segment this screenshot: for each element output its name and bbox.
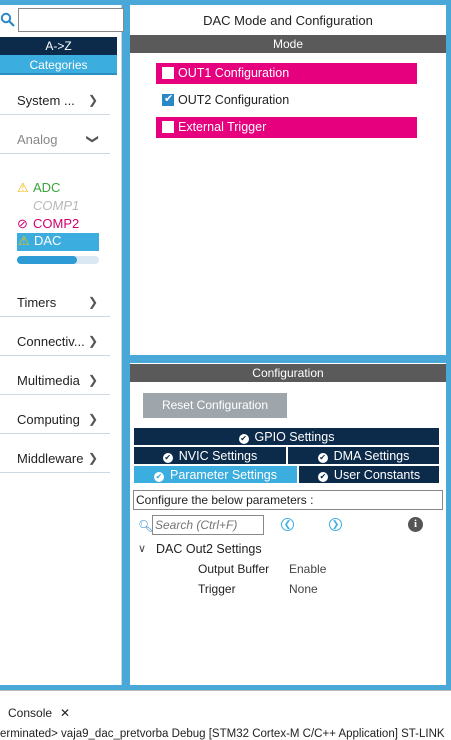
- search-previous-icon[interactable]: ❮: [281, 518, 294, 531]
- parameter-group-title[interactable]: DAC Out2 Settings: [156, 542, 262, 556]
- category-search: [0, 8, 124, 32]
- external-trigger-option[interactable]: External Trigger: [156, 117, 417, 138]
- analog-item-adc[interactable]: ⚠ ADC: [17, 180, 60, 198]
- info-icon[interactable]: i: [408, 517, 423, 532]
- mode-section-header: Mode: [130, 35, 446, 53]
- analog-item-comp1[interactable]: COMP1: [17, 198, 79, 216]
- item-label: COMP1: [33, 198, 80, 213]
- checkbox-checked[interactable]: ✔: [162, 93, 174, 106]
- check-circle-icon: ✔: [154, 472, 164, 482]
- parameter-row[interactable]: Trigger None: [198, 582, 318, 600]
- blocked-icon: ⊘: [17, 216, 28, 231]
- analog-item-dac[interactable]: ⚠ DAC: [17, 233, 99, 251]
- check-circle-icon: ✔: [238, 434, 249, 444]
- chevron-down-icon[interactable]: ∨: [138, 542, 146, 555]
- out1-configuration-option[interactable]: OUT1 Configuration: [156, 63, 417, 84]
- category-middleware[interactable]: Middleware ❯: [0, 445, 110, 473]
- option-label: OUT2 Configuration: [178, 93, 290, 107]
- chevron-right-icon: ❯: [88, 334, 99, 348]
- search-icon: [0, 12, 15, 27]
- category-label: Connectiv...: [17, 334, 85, 349]
- scrollbar-thumb[interactable]: [17, 256, 77, 264]
- chevron-right-icon: ❯: [88, 373, 99, 387]
- console-tab[interactable]: Console ✕: [0, 706, 70, 725]
- category-label: System ...: [17, 93, 75, 108]
- check-circle-icon: ✔: [162, 453, 173, 463]
- tab-user-constants[interactable]: ✔ User Constants: [298, 465, 440, 484]
- parameter-search-input[interactable]: [152, 515, 264, 535]
- chevron-right-icon: ❯: [88, 451, 99, 465]
- console-status-line: erminated> vaja9_dac_pretvorba Debug [ST…: [0, 728, 445, 740]
- configuration-panel: Configuration Reset Configuration ✔ GPIO …: [130, 363, 446, 685]
- chevron-right-icon: ❯: [88, 93, 99, 107]
- category-label: Multimedia: [17, 373, 80, 388]
- tab-dma-settings[interactable]: ✔ DMA Settings: [287, 446, 440, 465]
- chevron-right-icon: ❯: [88, 412, 99, 426]
- chevron-down-icon: ❯: [86, 133, 101, 145]
- analog-item-comp2[interactable]: ⊘ COMP2: [17, 216, 79, 234]
- categories-button[interactable]: Categories: [0, 55, 117, 75]
- parameter-value[interactable]: None: [289, 582, 318, 596]
- category-connectivity[interactable]: Connectiv... ❯: [0, 328, 110, 356]
- tab-label: User Constants: [333, 468, 421, 482]
- check-circle-icon: ✔: [317, 453, 328, 463]
- option-label: OUT1 Configuration: [178, 66, 290, 80]
- category-label: Computing: [17, 412, 80, 427]
- warning-icon: ⚠: [17, 180, 29, 195]
- analog-scrollbar[interactable]: [17, 256, 99, 264]
- warning-icon: ⚠: [18, 233, 30, 248]
- item-label: COMP2: [33, 216, 80, 231]
- parameter-name: Output Buffer: [198, 562, 270, 576]
- parameters-hint: Configure the below parameters :: [133, 490, 443, 510]
- panel-title: DAC Mode and Configuration: [203, 13, 373, 28]
- tab-parameter-settings[interactable]: ✔ Parameter Settings: [133, 465, 298, 484]
- categories-panel: A->Z Categories System ... ❯ Analog ❯ ⚠ A…: [0, 5, 124, 685]
- item-label: DAC: [34, 233, 62, 248]
- category-system[interactable]: System ... ❯: [0, 87, 110, 115]
- out2-configuration-option[interactable]: ✔ OUT2 Configuration: [156, 90, 417, 111]
- tab-label: DMA Settings: [333, 449, 410, 463]
- check-circle-icon: ✔: [317, 472, 328, 482]
- option-label: External Trigger: [178, 120, 267, 134]
- parameter-name: Trigger: [198, 582, 236, 596]
- search-icon: 🔍︎: [138, 519, 154, 533]
- mode-panel: DAC Mode and Configuration Mode OUT1 Con…: [130, 5, 446, 355]
- console-tab-label: Console: [8, 706, 53, 720]
- tab-nvic-settings[interactable]: ✔ NVIC Settings: [133, 446, 287, 465]
- check-icon: ✔: [164, 93, 174, 105]
- close-icon[interactable]: ✕: [60, 706, 70, 720]
- parameter-value[interactable]: Enable: [289, 562, 326, 576]
- category-computing[interactable]: Computing ❯: [0, 406, 110, 434]
- sort-az-button[interactable]: A->Z: [0, 37, 117, 55]
- tab-label: NVIC Settings: [178, 449, 258, 463]
- parameter-row[interactable]: Output Buffer Enable: [198, 562, 326, 580]
- item-label: ADC: [33, 180, 61, 195]
- category-label: Timers: [17, 295, 57, 310]
- console-view: Console ✕ erminated> vaja9_dac_pretvorba …: [0, 690, 451, 740]
- checkbox[interactable]: [162, 67, 174, 79]
- search-next-icon[interactable]: ❯: [329, 518, 342, 531]
- tab-label: Parameter Settings: [170, 468, 277, 482]
- tab-gpio-settings[interactable]: ✔ GPIO Settings: [133, 427, 440, 446]
- configuration-section-header: Configuration: [130, 364, 446, 382]
- category-label: Analog: [17, 132, 58, 147]
- category-analog[interactable]: Analog ❯: [0, 126, 110, 154]
- category-search-input[interactable]: [18, 8, 124, 32]
- category-timers[interactable]: Timers ❯: [0, 289, 110, 317]
- tab-label: GPIO Settings: [254, 430, 335, 444]
- checkbox[interactable]: [162, 121, 174, 133]
- category-multimedia[interactable]: Multimedia ❯: [0, 367, 110, 395]
- reset-configuration-button[interactable]: Reset Configuration: [143, 393, 287, 418]
- chevron-right-icon: ❯: [88, 295, 99, 309]
- category-label: Middleware: [17, 451, 84, 466]
